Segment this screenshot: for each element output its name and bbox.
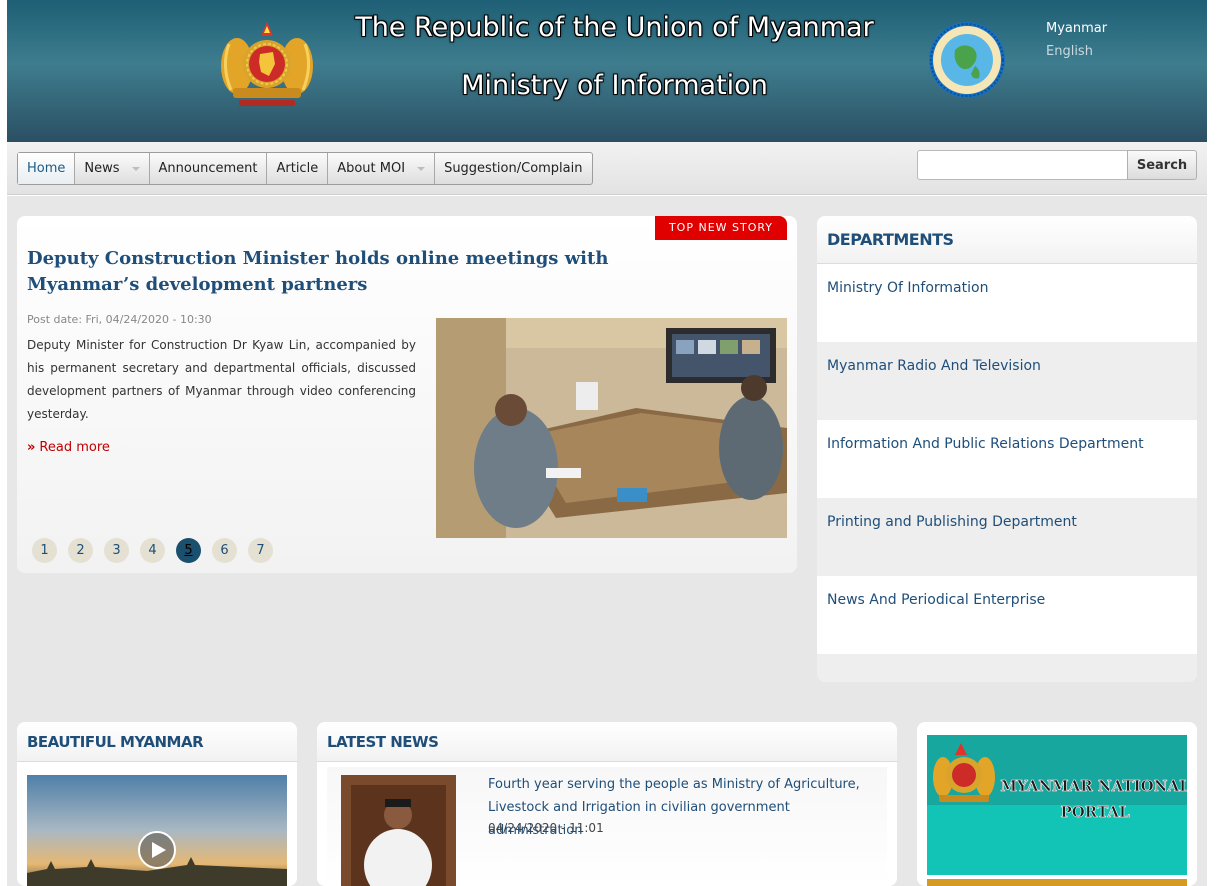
pager-page-6[interactable]: 6 [212,538,237,563]
nav-news-label: News [84,161,120,176]
beautiful-myanmar-heading: BEAUTIFUL MYANMAR [17,722,297,762]
top-story-title[interactable]: Deputy Construction Minister holds onlin… [27,246,707,298]
read-more-label: Read more [39,440,110,455]
top-story-badge: TOP NEW STORY [655,216,787,240]
main-menu: Home News Announcement Article About MOI… [17,152,593,185]
latest-news-item: Fourth year serving the people as Minist… [327,767,887,886]
portal-text-line2: PORTAL [1060,803,1130,821]
latest-news-heading: LATEST NEWS [317,722,897,762]
site-title-line2: Ministry of Information [461,70,768,101]
top-story-summary: Deputy Minister for Construction Dr Kyaw… [27,338,416,421]
nav-news[interactable]: News [75,153,150,184]
top-story-card: TOP NEW STORY Deputy Construction Minist… [17,216,797,573]
moi-seal-icon [929,22,1005,98]
read-more-chevron-icon: » [27,440,36,455]
beautiful-myanmar-card: BEAUTIFUL MYANMAR [17,722,297,886]
national-portal-card: MYANMAR NATIONAL PORTAL [917,722,1197,886]
pager-page-1[interactable]: 1 [32,538,57,563]
portal-strip [927,879,1187,886]
lang-myanmar-link[interactable]: Myanmar [1046,21,1107,36]
caret-down-icon [131,166,140,171]
portal-text-line1: MYANMAR NATIONAL [1000,777,1187,795]
dept-news-periodical-enterprise[interactable]: News And Periodical Enterprise [817,576,1197,654]
pager-page-3[interactable]: 3 [104,538,129,563]
nav-suggestion-complain[interactable]: Suggestion/Complain [435,153,591,184]
search-button[interactable]: Search [1127,150,1197,180]
nav-about-moi-label: About MOI [337,161,406,176]
nav-home[interactable]: Home [18,153,76,184]
play-icon[interactable] [137,830,177,870]
departments-panel: DEPARTMENTS Ministry Of Information Myan… [817,216,1197,682]
nav-announcement[interactable]: Announcement [150,153,268,184]
site-header: The Republic of the Union of Myanmar Min… [7,0,1207,142]
pager-page-2[interactable]: 2 [68,538,93,563]
latest-news-photo[interactable] [341,775,456,886]
search-input[interactable] [917,150,1129,180]
main-navbar: Home News Announcement Article About MOI… [7,142,1207,195]
top-story-photo[interactable] [436,318,787,538]
latest-news-card: LATEST NEWS Fourth year serving the peop… [317,722,897,886]
dept-information-public-relations[interactable]: Information And Public Relations Departm… [817,420,1197,498]
departments-heading: DEPARTMENTS [817,216,1197,264]
lang-english-link[interactable]: English [1046,44,1093,59]
pager-page-4[interactable]: 4 [140,538,165,563]
site-title-line1: The Republic of the Union of Myanmar [355,12,874,43]
dept-myanmar-radio-television[interactable]: Myanmar Radio And Television [817,342,1197,420]
nav-about-moi[interactable]: About MOI [328,153,436,184]
top-story-post-date: Post date: Fri, 04/24/2020 - 10:30 [27,313,212,326]
dept-ministry-of-information[interactable]: Ministry Of Information [817,264,1197,342]
caret-down-icon [417,166,426,171]
latest-news-item-date: 04/24/2020 - 11:01 [488,821,604,835]
pager-page-5[interactable]: 5 [176,538,201,563]
myanmar-national-portal-banner[interactable]: MYANMAR NATIONAL PORTAL [927,735,1187,875]
pager-page-7[interactable]: 7 [248,538,273,563]
dept-printing-publishing[interactable]: Printing and Publishing Department [817,498,1197,576]
nav-article[interactable]: Article [267,153,329,184]
read-more-link[interactable]: » Read more [27,440,110,455]
story-pager: 1 2 3 4 5 6 7 [32,538,273,563]
